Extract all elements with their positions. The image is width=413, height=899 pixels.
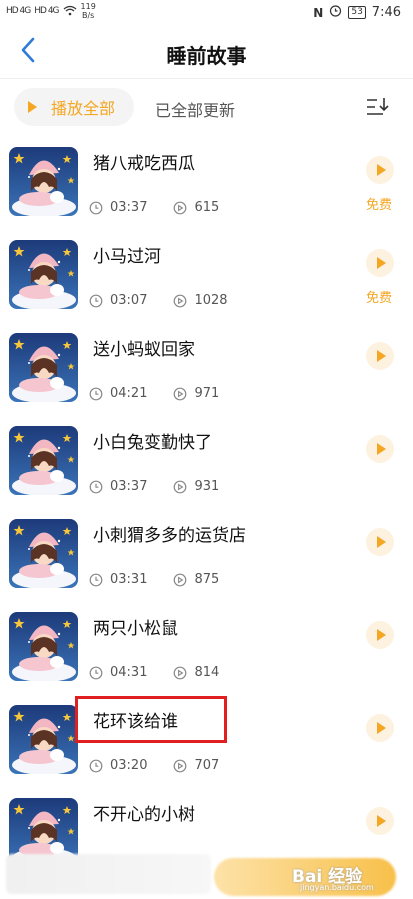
story-title: 猪八戒吃西瓜 xyxy=(93,154,195,174)
play-count-icon xyxy=(173,759,187,773)
story-meta: 03:37 615 xyxy=(89,200,219,215)
page-header: 睡前故事 xyxy=(0,28,413,78)
alarm-icon xyxy=(329,4,342,21)
clock-icon xyxy=(89,387,103,401)
story-play-count: 814 xyxy=(194,665,220,680)
watermark-url: jingyan.baidu.com xyxy=(300,883,374,892)
story-meta: 03:37 931 xyxy=(89,479,219,494)
signal-icon-1: HD 4G xyxy=(6,6,31,16)
play-count-icon xyxy=(173,573,187,587)
bottom-bar: Bai 经验 jingyan.baidu.com xyxy=(0,848,413,899)
story-cover-image xyxy=(9,333,78,402)
header-divider xyxy=(0,78,413,79)
story-cover-image xyxy=(9,705,78,774)
update-status: 已全部更新 xyxy=(155,101,236,120)
play-story-button[interactable] xyxy=(366,342,394,370)
play-icon xyxy=(28,101,37,113)
page-title: 睡前故事 xyxy=(166,44,247,68)
signal-icon-2: HD 4G xyxy=(34,6,59,16)
mini-player[interactable] xyxy=(6,854,211,894)
story-row[interactable]: 两只小松鼠 04:31 814 xyxy=(0,605,413,698)
story-meta: 03:20 707 xyxy=(89,758,219,773)
story-row[interactable]: 猪八戒吃西瓜 03:37 615 免费 xyxy=(0,140,413,233)
speed-value: 119 xyxy=(80,2,96,11)
sort-icon xyxy=(367,98,389,115)
speed-unit: B/s xyxy=(81,11,95,20)
story-meta: 03:31 875 xyxy=(89,572,219,587)
story-meta: 04:21 971 xyxy=(89,386,219,401)
play-count-icon xyxy=(173,666,187,680)
story-play-count: 931 xyxy=(194,479,220,494)
story-duration: 03:07 xyxy=(110,293,148,308)
story-duration: 03:31 xyxy=(110,572,148,587)
status-bar: HD 4G HD 4G 119 B/s N 53 7:46 xyxy=(0,0,413,24)
play-all-button[interactable]: 播放全部 xyxy=(14,88,134,126)
play-story-button[interactable] xyxy=(366,807,394,835)
story-duration: 03:37 xyxy=(110,200,148,215)
battery-icon: 53 xyxy=(348,6,366,19)
playlist-toolbar: 播放全部 已全部更新 xyxy=(0,88,413,128)
story-title: 不开心的小树 xyxy=(93,805,195,825)
story-title: 小刺猬多多的运货店 xyxy=(93,526,246,546)
story-title: 小马过河 xyxy=(93,247,161,267)
story-duration: 04:31 xyxy=(110,665,148,680)
story-cover-image xyxy=(9,612,78,681)
network-speed: 119 B/s xyxy=(81,2,96,20)
story-play-count: 971 xyxy=(194,386,220,401)
clock-icon xyxy=(89,759,103,773)
free-badge: 免费 xyxy=(366,198,393,213)
story-cover-image xyxy=(9,240,78,309)
play-story-button[interactable] xyxy=(366,528,394,556)
play-story-button[interactable] xyxy=(366,249,394,277)
highlight-box xyxy=(75,696,227,743)
play-story-button[interactable] xyxy=(366,156,394,184)
story-row[interactable]: 小马过河 03:07 1028 免费 xyxy=(0,233,413,326)
story-cover-image xyxy=(9,147,78,216)
clock-time: 7:46 xyxy=(371,5,401,20)
story-meta: 03:07 1028 xyxy=(89,293,228,308)
play-story-button[interactable] xyxy=(366,714,394,742)
story-play-count: 615 xyxy=(194,200,220,215)
story-duration: 04:21 xyxy=(110,386,148,401)
clock-icon xyxy=(89,480,103,494)
story-row[interactable]: 送小蚂蚁回家 04:21 971 xyxy=(0,326,413,419)
story-duration: 03:20 xyxy=(110,758,148,773)
story-title: 小白兔变勤快了 xyxy=(93,433,212,453)
story-row[interactable]: 小刺猬多多的运货店 03:31 875 xyxy=(0,512,413,605)
story-title: 送小蚂蚁回家 xyxy=(93,340,195,360)
nfc-icon: N xyxy=(313,5,324,20)
play-all-label: 播放全部 xyxy=(51,99,116,118)
clock-icon xyxy=(89,201,103,215)
play-count-icon xyxy=(173,387,187,401)
story-row[interactable]: 小白兔变勤快了 03:37 931 xyxy=(0,419,413,512)
clock-icon xyxy=(89,666,103,680)
story-play-count: 1028 xyxy=(194,293,228,308)
clock-icon xyxy=(89,294,103,308)
wifi-icon xyxy=(63,5,77,18)
sort-button[interactable] xyxy=(364,94,390,120)
play-story-button[interactable] xyxy=(366,435,394,463)
story-title: 两只小松鼠 xyxy=(93,619,178,639)
clock-icon xyxy=(89,573,103,587)
story-play-count: 875 xyxy=(194,572,220,587)
story-cover-image xyxy=(9,519,78,588)
story-duration: 03:37 xyxy=(110,479,148,494)
free-badge: 免费 xyxy=(366,291,393,306)
story-cover-image xyxy=(9,426,78,495)
story-play-count: 707 xyxy=(194,758,220,773)
play-count-icon xyxy=(173,201,187,215)
play-story-button[interactable] xyxy=(366,621,394,649)
story-meta: 04:31 814 xyxy=(89,665,219,680)
play-count-icon xyxy=(173,294,187,308)
play-count-icon xyxy=(173,480,187,494)
